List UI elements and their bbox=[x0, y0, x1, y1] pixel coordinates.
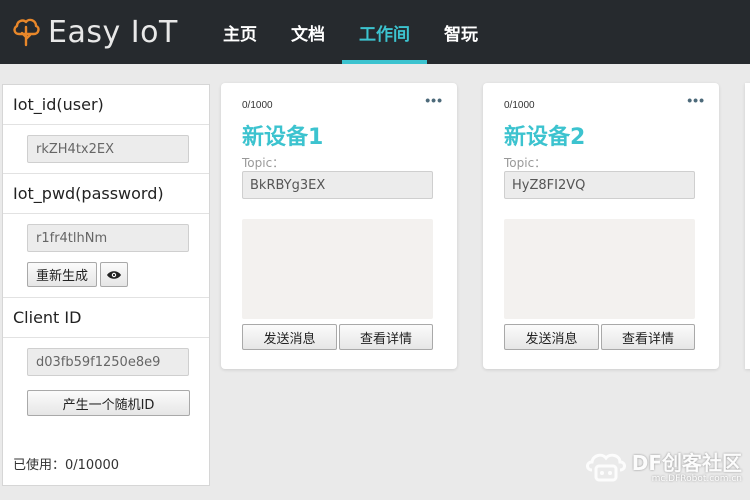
show-password-button[interactable] bbox=[100, 262, 128, 287]
eye-icon bbox=[107, 270, 121, 279]
device-card: 0/1000 ••• 新设备2 Topic： HyZ8FI2VQ 发送消息 查看… bbox=[483, 83, 719, 369]
main-nav: 主页 文档 工作间 智玩 bbox=[206, 0, 495, 64]
view-details-button[interactable]: 查看详情 bbox=[339, 324, 433, 350]
brand-name: Easy IoT bbox=[48, 14, 178, 50]
credentials-panel: Iot_id(user) rkZH4tx2EX Iot_pwd(password… bbox=[2, 84, 210, 486]
regenerate-button[interactable]: 重新生成 bbox=[27, 262, 97, 287]
nav-workspace[interactable]: 工作间 bbox=[342, 0, 427, 64]
nav-home[interactable]: 主页 bbox=[206, 0, 274, 64]
send-message-button[interactable]: 发送消息 bbox=[242, 324, 337, 350]
password-title: Iot_pwd(password) bbox=[3, 174, 209, 214]
usage-label: 已使用：0/10000 bbox=[13, 458, 120, 473]
client-id-title: Client ID bbox=[3, 298, 209, 338]
cloud-tree-logo-icon bbox=[13, 18, 40, 47]
brand[interactable]: Easy IoT bbox=[12, 14, 178, 50]
watermark-main: DF创客社区 bbox=[631, 451, 742, 475]
device-name: 新设备2 bbox=[504, 125, 586, 150]
topic-label: Topic： bbox=[504, 156, 547, 170]
watermark: DF创客社区 mc.DFRobot.com.cn bbox=[584, 450, 742, 486]
robot-logo-icon bbox=[585, 453, 626, 482]
user-id-field[interactable]: rkZH4tx2EX bbox=[27, 135, 189, 163]
message-count: 0/1000 bbox=[242, 100, 273, 111]
topic-label: Topic： bbox=[242, 156, 285, 170]
random-id-button[interactable]: 产生一个随机ID bbox=[27, 390, 190, 416]
watermark-sub: mc.DFRobot.com.cn bbox=[651, 474, 742, 484]
message-area bbox=[242, 219, 433, 319]
password-field[interactable]: r1fr4tlhNm bbox=[27, 224, 189, 252]
top-navbar: Easy IoT 主页 文档 工作间 智玩 bbox=[0, 0, 750, 64]
nav-docs[interactable]: 文档 bbox=[274, 0, 342, 64]
message-count: 0/1000 bbox=[504, 100, 535, 111]
nav-smart-play[interactable]: 智玩 bbox=[427, 0, 495, 64]
client-section: Client ID d03fb59f1250e8e9 产生一个随机ID bbox=[3, 298, 209, 416]
device-card: 0/1000 ••• 新设备1 Topic： BkRBYg3EX 发送消息 查看… bbox=[221, 83, 457, 369]
topic-field[interactable]: BkRBYg3EX bbox=[242, 171, 433, 199]
more-options-icon[interactable]: ••• bbox=[687, 92, 705, 108]
password-section: Iot_pwd(password) r1fr4tlhNm 重新生成 bbox=[3, 174, 209, 298]
view-details-button[interactable]: 查看详情 bbox=[601, 324, 695, 350]
device-name: 新设备1 bbox=[242, 125, 324, 150]
topic-field[interactable]: HyZ8FI2VQ bbox=[504, 171, 695, 199]
password-actions: 重新生成 bbox=[27, 262, 209, 287]
message-area bbox=[504, 219, 695, 319]
user-section: Iot_id(user) rkZH4tx2EX bbox=[3, 85, 209, 174]
client-id-field[interactable]: d03fb59f1250e8e9 bbox=[27, 348, 189, 376]
more-options-icon[interactable]: ••• bbox=[425, 92, 443, 108]
watermark-text: DF创客社区 mc.DFRobot.com.cn bbox=[632, 452, 742, 484]
send-message-button[interactable]: 发送消息 bbox=[504, 324, 599, 350]
user-title: Iot_id(user) bbox=[3, 85, 209, 125]
device-card-partial bbox=[745, 83, 750, 369]
